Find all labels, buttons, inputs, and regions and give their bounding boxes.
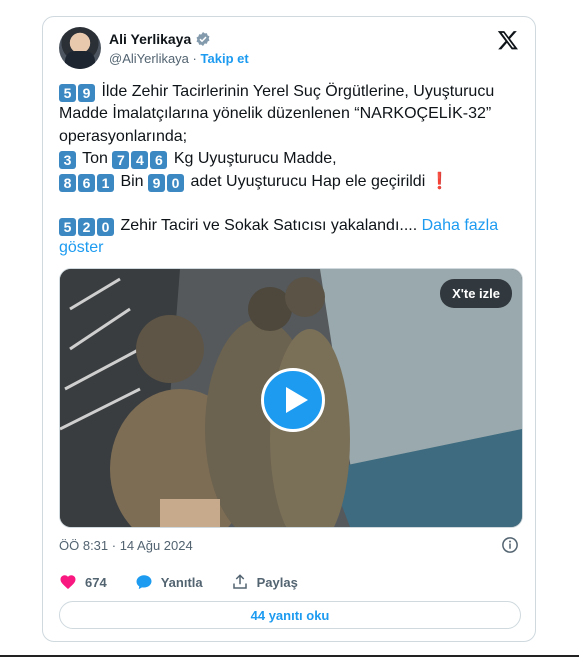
keycap-digit: 6 [150, 151, 168, 170]
keycap-digit: 9 [148, 173, 166, 192]
tweet-paragraph-2: 520 Zehir Taciri ve Sokak Satıcısı yakal… [59, 215, 523, 260]
author-handle-row: @AliYerlikaya · Takip et [109, 51, 249, 66]
keycap-digit: 0 [97, 218, 114, 237]
author-name[interactable]: Ali Yerlikaya [109, 31, 191, 47]
like-button[interactable]: 674 [59, 573, 107, 591]
keycap-digit: 9 [78, 84, 95, 102]
x-logo-icon[interactable] [497, 29, 519, 51]
keycap-digit: 1 [97, 173, 114, 192]
timestamp[interactable]: ÖÖ 8:31 · 14 Ağu 2024 [59, 538, 193, 553]
keycap-digit: 6 [78, 173, 95, 192]
info-icon[interactable] [501, 536, 519, 554]
share-label: Paylaş [256, 574, 298, 590]
author-name-row: Ali Yerlikaya [109, 31, 211, 47]
reply-label: Yanıtla [160, 574, 203, 590]
verified-badge-icon [196, 32, 210, 46]
video-player[interactable]: X'te izle [59, 268, 523, 528]
tweet-paragraph-1: 59 İlde Zehir Tacirlerinin Yerel Suç Örg… [59, 81, 523, 193]
keycap-digit: 8 [59, 173, 76, 192]
reply-bubble-icon [136, 575, 152, 590]
follow-button[interactable]: Takip et [201, 51, 249, 66]
tweet-text-segment: Bin [116, 172, 149, 190]
share-icon [232, 574, 247, 589]
heart-icon [60, 575, 76, 590]
keycap-digit: 3 [59, 151, 76, 170]
avatar[interactable] [59, 27, 101, 69]
play-button[interactable] [261, 368, 325, 432]
play-icon [286, 387, 308, 413]
separator: · [192, 51, 197, 66]
tweet-text-segment: Kg Uyuşturucu Madde, [169, 150, 337, 168]
author-handle[interactable]: @AliYerlikaya [109, 51, 189, 66]
like-count: 674 [85, 574, 107, 590]
keycap-digit: 2 [78, 218, 95, 237]
keycap-digit: 7 [112, 151, 130, 170]
keycap-digit: 0 [167, 173, 185, 192]
tweet-text: 59 İlde Zehir Tacirlerinin Yerel Suç Örg… [59, 81, 523, 260]
page-divider [0, 655, 579, 657]
watch-on-x-button[interactable]: X'te izle [440, 279, 512, 308]
tweet-text-segment: adet Uyuşturucu Hap ele geçirildi [186, 172, 426, 190]
keycap-digit: 5 [59, 84, 76, 102]
tweet-text-segment: Zehir Taciri ve Sokak Satıcısı yakalandı… [116, 217, 418, 235]
tweet-card[interactable]: Ali Yerlikaya @AliYerlikaya · Takip et 5… [42, 16, 536, 642]
reply-button[interactable]: Yanıtla [135, 573, 203, 591]
action-bar: 674 Yanıtla Paylaş [59, 573, 298, 591]
keycap-digit: 5 [59, 218, 76, 237]
tweet-text-segment: Ton [78, 150, 113, 168]
tweet-text-segment: İlde Zehir Tacirlerinin Yerel Suç Örgütl… [59, 83, 495, 145]
keycap-digit: 4 [131, 151, 149, 170]
exclamation-emoji: ❗ [429, 172, 450, 190]
read-replies-button[interactable]: 44 yanıtı oku [59, 601, 521, 629]
share-button[interactable]: Paylaş [231, 573, 298, 591]
